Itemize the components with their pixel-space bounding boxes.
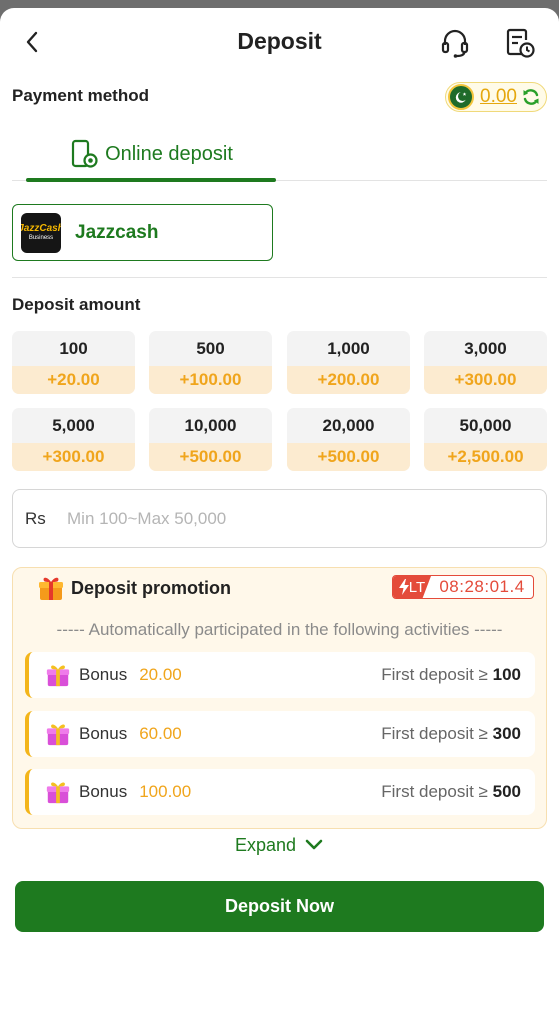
history-button[interactable]: [502, 26, 536, 60]
amount-value: 100: [59, 338, 88, 358]
expand-button[interactable]: Expand: [0, 831, 559, 859]
deposit-sheet: Deposit Payment method 0.00 Online depos…: [0, 8, 559, 1024]
amount-bonus: +100.00: [149, 366, 272, 394]
back-button[interactable]: [18, 28, 46, 56]
document-clock-icon: [506, 28, 535, 58]
amount-input-box[interactable]: Rs: [12, 489, 547, 548]
amount-bonus: +200.00: [287, 366, 410, 394]
bonus-condition: First deposit ≥ 300: [381, 724, 521, 743]
section-divider: [12, 277, 547, 278]
amount-bonus: +500.00: [149, 443, 272, 471]
chevron-down-icon: [305, 839, 323, 850]
amount-input[interactable]: [67, 508, 507, 529]
support-button[interactable]: [438, 26, 472, 60]
bonus-label: Bonus: [79, 724, 128, 743]
amount-value: 50,000: [459, 415, 512, 435]
bonus-row: Bonus 60.00 First deposit ≥ 300: [25, 711, 535, 757]
amount-option[interactable]: 3,000 +300.00: [424, 331, 547, 394]
tab-label: Online deposit: [105, 142, 233, 165]
amount-bonus: +2,500.00: [424, 443, 547, 471]
amount-option[interactable]: 10,000 +500.00: [149, 408, 272, 471]
headset-icon: [441, 29, 469, 58]
currency-label: Rs: [25, 508, 46, 528]
amount-option[interactable]: 100 +20.00: [12, 331, 135, 394]
bonus-label: Bonus: [79, 665, 128, 684]
bonus-label: Bonus: [79, 782, 128, 801]
deposit-amount-label: Deposit amount: [12, 295, 141, 314]
limited-time-badge: LT 08:28:01.4: [392, 575, 534, 599]
balance-value: 0.00: [480, 86, 517, 107]
amount-value: 1,000: [327, 338, 370, 358]
jazzcash-logo: JazzCash Business: [21, 212, 61, 253]
pakistan-flag-icon: [448, 84, 474, 110]
refresh-icon[interactable]: [521, 87, 541, 107]
payment-option-jazzcash[interactable]: JazzCash Business Jazzcash: [12, 204, 273, 261]
expand-label: Expand: [234, 834, 297, 855]
bonus-value: 20.00: [139, 665, 182, 684]
tab-active-indicator: [26, 178, 276, 182]
amount-option[interactable]: 500 +100.00: [149, 331, 272, 394]
lt-tag: LT: [393, 576, 431, 598]
countdown-timer: 08:28:01.4: [439, 577, 525, 596]
tab-online-deposit[interactable]: Online deposit: [26, 126, 276, 182]
bonus-value: 60.00: [139, 724, 182, 743]
amount-value: 3,000: [464, 338, 507, 358]
payment-method-label: Payment method: [12, 86, 149, 105]
amount-option[interactable]: 50,000 +2,500.00: [424, 408, 547, 471]
amount-value: 10,000: [184, 415, 237, 435]
amount-bonus: +20.00: [12, 366, 135, 394]
gift-icon: [46, 782, 70, 804]
bonus-value: 100.00: [139, 782, 192, 801]
amount-bonus: +300.00: [12, 443, 135, 471]
promotion-subtitle: ----- Automatically participated in the …: [56, 620, 503, 639]
page-title: Deposit: [237, 28, 322, 54]
chevron-left-icon: [26, 31, 38, 53]
gift-icon: [46, 724, 70, 746]
payment-option-label: Jazzcash: [75, 221, 159, 243]
gift-icon: [46, 665, 70, 687]
header: Deposit: [0, 8, 559, 76]
bonus-condition: First deposit ≥ 100: [381, 665, 521, 684]
promotion-title: Deposit promotion: [71, 578, 231, 598]
bonus-condition: First deposit ≥ 500: [381, 782, 521, 801]
amount-value: 500: [196, 338, 225, 358]
amount-bonus: +500.00: [287, 443, 410, 471]
lightning-icon: [398, 579, 409, 595]
bonus-row: Bonus 20.00 First deposit ≥ 100: [25, 652, 535, 698]
bonus-row: Bonus 100.00 First deposit ≥ 500: [25, 769, 535, 815]
amount-value: 20,000: [322, 415, 375, 435]
balance-pill[interactable]: 0.00: [445, 82, 547, 112]
amount-value: 5,000: [52, 415, 95, 435]
deposit-now-button[interactable]: Deposit Now: [15, 881, 544, 932]
deposit-promotion-card: Deposit promotion LT 08:28:01.4 ----- Au…: [12, 567, 547, 829]
amount-option[interactable]: 1,000 +200.00: [287, 331, 410, 394]
amount-option[interactable]: 5,000 +300.00: [12, 408, 135, 471]
gift-icon: [39, 577, 63, 600]
phone-deposit-icon: [71, 139, 98, 168]
amount-bonus: +300.00: [424, 366, 547, 394]
amount-option[interactable]: 20,000 +500.00: [287, 408, 410, 471]
